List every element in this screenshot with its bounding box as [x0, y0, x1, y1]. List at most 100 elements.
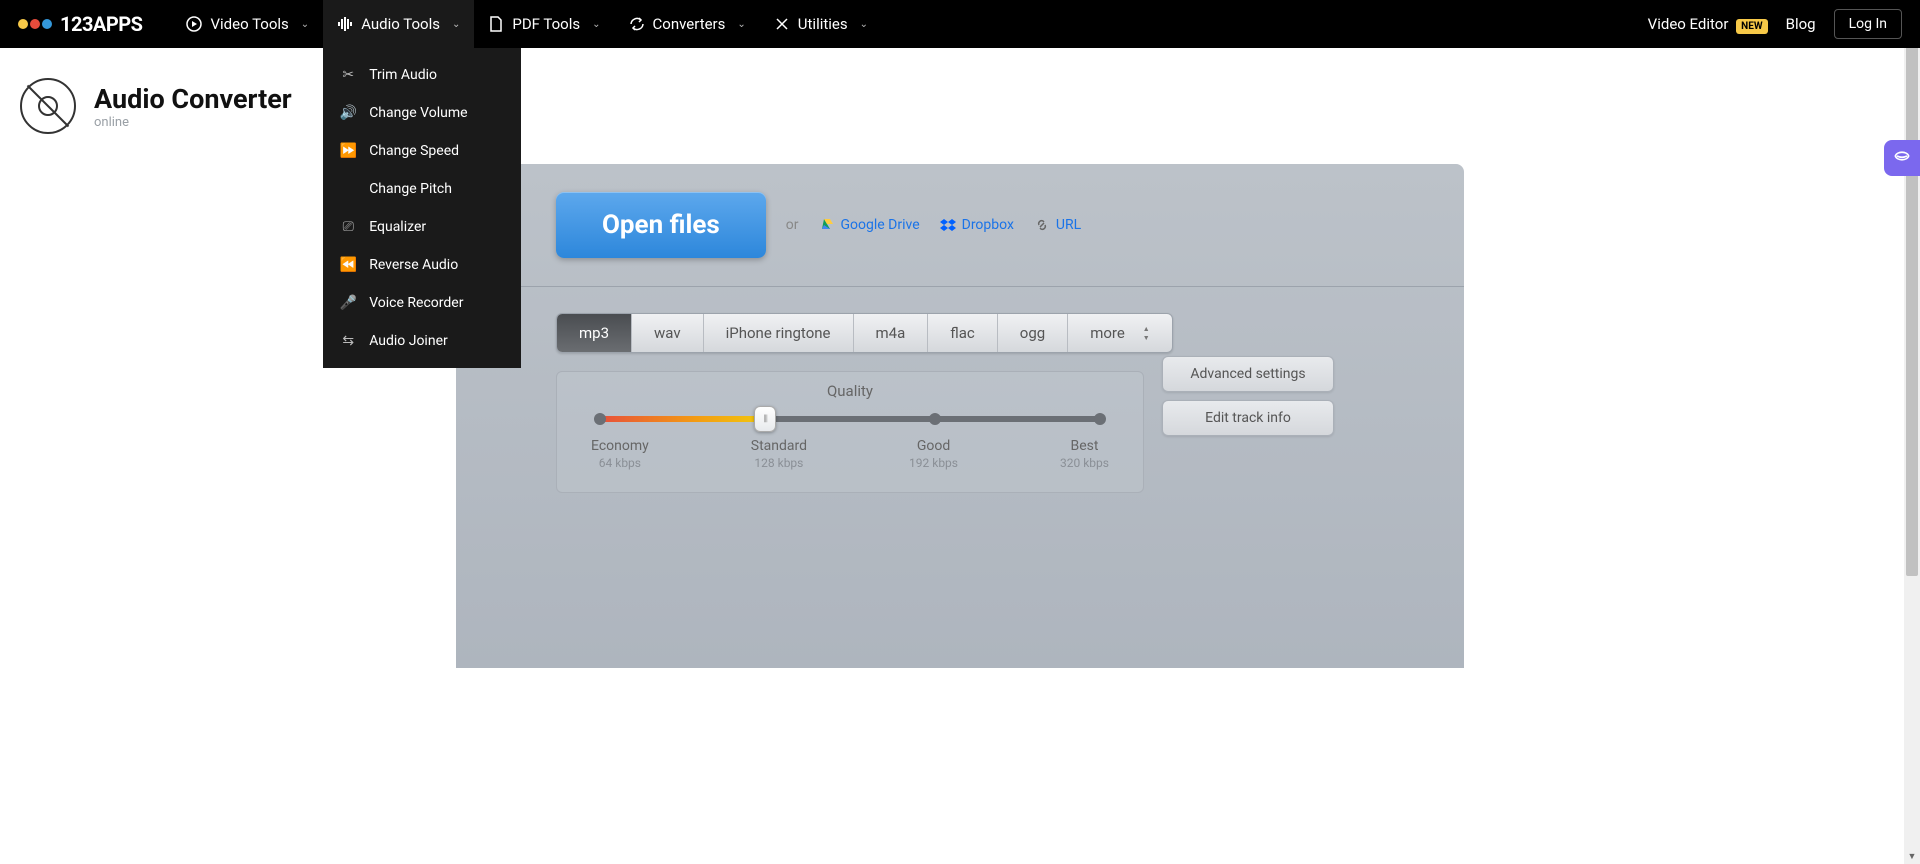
- open-files-button[interactable]: Open files: [556, 192, 766, 258]
- dropdown-label: Change Volume: [369, 105, 467, 121]
- format-tab-label: more: [1090, 324, 1125, 342]
- new-badge: NEW: [1736, 19, 1767, 34]
- main-panel: Open files or Google Drive Dropbox URL 2…: [456, 164, 1464, 668]
- format-tab-mp3[interactable]: mp3: [557, 314, 632, 352]
- format-tab-flac[interactable]: flac: [928, 314, 998, 352]
- tools-icon: [774, 16, 790, 32]
- url-link[interactable]: URL: [1034, 217, 1081, 233]
- dropdown-trim-audio[interactable]: ✂ Trim Audio: [323, 56, 521, 94]
- dropdown-change-volume[interactable]: 🔊 Change Volume: [323, 94, 521, 132]
- audio-bars-icon: [337, 16, 353, 32]
- format-tab-more[interactable]: more ▲▼: [1068, 314, 1172, 352]
- scrollbar[interactable]: ▲ ▼: [1904, 0, 1920, 864]
- advanced-settings-button[interactable]: Advanced settings: [1162, 356, 1334, 392]
- google-drive-link[interactable]: Google Drive: [819, 217, 920, 233]
- nav-menu: Video Tools ⌄ Audio Tools ⌄ ✂Trim Audio …: [172, 0, 882, 48]
- format-tab-m4a[interactable]: m4a: [854, 314, 929, 352]
- quality-slider[interactable]: |||: [595, 414, 1105, 424]
- side-buttons: Advanced settings Edit track info: [1162, 356, 1334, 436]
- nav-audio-tools[interactable]: Audio Tools ⌄ ✂Trim Audio 🔊Change Volume…: [323, 0, 474, 48]
- dropdown-change-speed[interactable]: ⏩ Change Speed: [323, 132, 521, 170]
- or-text: or: [786, 217, 799, 233]
- format-tab-iphone-ringtone[interactable]: iPhone ringtone: [704, 314, 854, 352]
- joiner-icon: ⇆: [339, 332, 357, 350]
- quality-label-best: Best320 kbps: [1060, 438, 1109, 470]
- scrollbar-thumb[interactable]: [1906, 16, 1918, 576]
- google-drive-icon: [819, 217, 835, 233]
- nav-item-label: Converters: [653, 15, 726, 33]
- dropbox-icon: [940, 217, 956, 233]
- page-subtitle: online: [94, 115, 292, 130]
- nav-item-label: Video Tools: [210, 15, 288, 33]
- link-icon: [1034, 217, 1050, 233]
- nav-pdf-tools[interactable]: PDF Tools ⌄: [474, 0, 614, 48]
- top-nav: 123APPS Video Tools ⌄ Audio Tools ⌄ ✂Tri…: [0, 0, 1920, 48]
- dropdown-reverse-audio[interactable]: ⏪Reverse Audio: [323, 246, 521, 284]
- slider-stop-best: [1094, 413, 1106, 425]
- dropdown-voice-recorder[interactable]: 🎤 Voice Recorder: [323, 284, 521, 322]
- chevron-down-icon: ⌄: [860, 19, 868, 30]
- quality-box: Quality ||| Economy64 kbps Standard128 k…: [556, 371, 1144, 493]
- quality-title: Quality: [591, 382, 1109, 400]
- dropdown-label: Change Speed: [369, 143, 459, 159]
- dropdown-label: Equalizer: [369, 219, 426, 235]
- volume-icon: 🔊: [339, 104, 357, 122]
- convert-icon: [629, 16, 645, 32]
- edit-track-info-button[interactable]: Edit track info: [1162, 400, 1334, 436]
- cloud-label: Google Drive: [841, 217, 920, 233]
- sort-icon: ▲▼: [1143, 325, 1150, 342]
- cloud-label: Dropbox: [962, 217, 1014, 233]
- format-tab-ogg[interactable]: ogg: [998, 314, 1068, 352]
- speed-icon: ⏩: [339, 142, 357, 160]
- play-icon: [186, 16, 202, 32]
- logo-dots-icon: [18, 19, 52, 29]
- logo[interactable]: 123APPS: [18, 12, 142, 36]
- dropdown-change-pitch[interactable]: ␴Change Pitch: [323, 170, 521, 208]
- quality-label-good: Good192 kbps: [909, 438, 958, 470]
- dropdown-label: Audio Joiner: [369, 333, 448, 349]
- nav-blog[interactable]: Blog: [1786, 15, 1816, 33]
- login-button[interactable]: Log In: [1834, 9, 1902, 39]
- logo-text: 123APPS: [60, 12, 142, 36]
- chevron-down-icon: ⌄: [592, 19, 600, 30]
- nav-converters[interactable]: Converters ⌄: [615, 0, 760, 48]
- chevron-down-icon: ⌄: [452, 19, 460, 30]
- nav-right: Video Editor NEW Blog Log In: [1648, 9, 1902, 39]
- dropdown-label: Reverse Audio: [369, 257, 458, 273]
- scissors-icon: ✂: [339, 66, 357, 84]
- chevron-down-icon: ⌄: [301, 19, 309, 30]
- dropdown-label: Voice Recorder: [369, 295, 463, 311]
- audio-converter-icon: [20, 78, 76, 134]
- page-header: Audio Converter online: [0, 48, 1920, 164]
- document-icon: [488, 16, 504, 32]
- help-fab[interactable]: [1884, 140, 1920, 176]
- slider-stop-economy: [594, 413, 606, 425]
- step-1: Open files or Google Drive Dropbox URL: [456, 164, 1464, 287]
- scroll-down-arrow[interactable]: ▼: [1904, 848, 1920, 864]
- help-icon: [1892, 146, 1912, 170]
- audio-tools-dropdown: ✂ Trim Audio 🔊 Change Volume ⏩ Change Speed…: [323, 48, 521, 368]
- quality-label-standard: Standard128 kbps: [751, 438, 807, 470]
- nav-item-label: Utilities: [798, 15, 848, 33]
- nav-video-tools[interactable]: Video Tools ⌄: [172, 0, 323, 48]
- cloud-label: URL: [1056, 217, 1081, 233]
- format-tab-wav[interactable]: wav: [632, 314, 704, 352]
- quality-labels: Economy64 kbps Standard128 kbps Good192 …: [591, 438, 1109, 470]
- dropdown-audio-joiner[interactable]: ⇆ Audio Joiner: [323, 322, 521, 360]
- page-title: Audio Converter: [94, 83, 292, 115]
- chevron-down-icon: ⌄: [737, 19, 745, 30]
- quality-label-economy: Economy64 kbps: [591, 438, 649, 470]
- format-tabs: mp3 wav iPhone ringtone m4a flac ogg mor…: [556, 313, 1173, 353]
- dropdown-label: Change Pitch: [369, 181, 452, 197]
- dropdown-label: Trim Audio: [369, 67, 437, 83]
- nav-item-label: Audio Tools: [361, 15, 440, 33]
- slider-stop-good: [929, 413, 941, 425]
- dropbox-link[interactable]: Dropbox: [940, 217, 1014, 233]
- dropdown-equalizer[interactable]: ⎚Equalizer: [323, 208, 521, 246]
- nav-item-label: Video Editor: [1648, 15, 1729, 33]
- slider-handle[interactable]: |||: [754, 406, 776, 432]
- mic-icon: 🎤: [339, 294, 357, 312]
- nav-utilities[interactable]: Utilities ⌄: [760, 0, 882, 48]
- nav-item-label: PDF Tools: [512, 15, 580, 33]
- nav-video-editor[interactable]: Video Editor NEW: [1648, 15, 1768, 33]
